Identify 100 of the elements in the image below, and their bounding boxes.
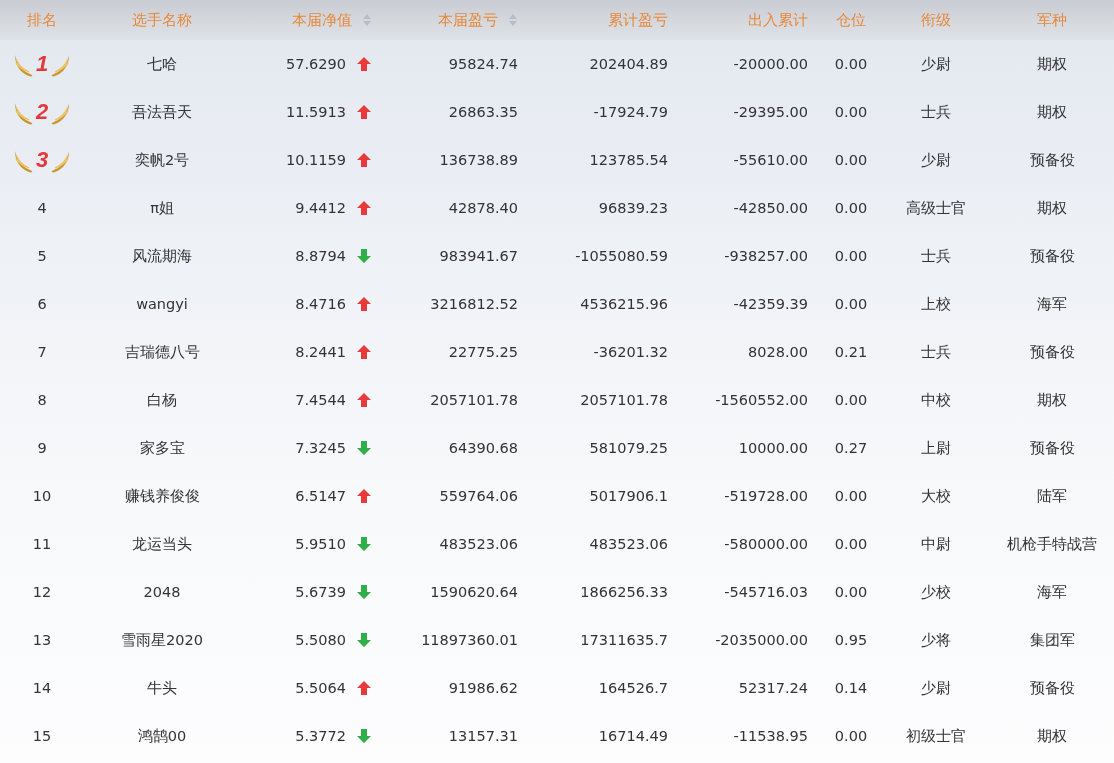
table-cell: 0.00 [834,200,868,216]
player-name: 雪雨星2020 [121,630,203,650]
column-header[interactable]: 本届盈亏 [438,10,498,30]
player-name: 鸿鹄00 [137,726,187,746]
table-cell: 士兵 [921,102,951,122]
player-name: 吾法吾天 [132,102,192,122]
rank-number: 5 [37,248,47,264]
table-cell: -11538.95 [733,728,808,744]
table-cell: -580000.00 [724,536,808,552]
table-cell: 164526.7 [598,680,668,696]
table-cell: 0.00 [834,536,868,552]
table-cell: 0.14 [834,680,868,696]
player-name: 牛头 [147,678,177,698]
table-cell: 预备役 [1029,678,1075,698]
table-cell: 4536215.96 [580,296,668,312]
table-cell: 期权 [1037,726,1067,746]
column-header: 仓位 [836,10,866,30]
table-cell: 5.9510 [295,536,346,552]
table-cell: 2057101.78 [580,392,668,408]
table-cell: 8.2441 [295,344,346,360]
player-name: 吉瑞德八号 [124,342,200,362]
column-header: 累计盈亏 [608,10,668,30]
table-cell: -1560552.00 [715,392,808,408]
table-cell: 91986.62 [448,680,518,696]
player-name: 白杨 [147,390,177,410]
sort-icon[interactable] [362,13,372,27]
table-cell: 集团军 [1029,630,1075,650]
table-cell: 57.6290 [286,56,346,72]
rank-number: 15 [32,728,52,744]
table-cell: 8.8794 [295,248,346,264]
table-cell: -519728.00 [724,488,808,504]
table-cell: 预备役 [1029,150,1075,170]
column-header: 出入累计 [748,10,808,30]
table-cell: 预备役 [1029,246,1075,266]
table-cell: -20000.00 [733,56,808,72]
table-cell: 期权 [1037,54,1067,74]
player-name: wangyi [136,296,188,312]
table-cell: 0.00 [834,296,868,312]
table-cell: 5017906.1 [589,488,668,504]
table-cell: -42850.00 [733,200,808,216]
table-cell: 7.4544 [295,392,346,408]
table-cell: 少尉 [921,150,951,170]
table-cell: 9.4412 [295,200,346,216]
table-cell: 1590620.64 [430,584,518,600]
rank-number: 2 [35,99,49,125]
table-cell: 上尉 [921,438,951,458]
table-cell: 13157.31 [448,728,518,744]
table-cell: 期权 [1037,390,1067,410]
rank-number: 6 [37,296,47,312]
table-cell: 11.5913 [286,104,346,120]
rank-number: 11 [32,536,52,552]
table-cell: 期权 [1037,198,1067,218]
table-cell: 士兵 [921,246,951,266]
table-cell: 16714.49 [598,728,668,744]
table-cell: 士兵 [921,342,951,362]
table-cell: 52317.24 [738,680,808,696]
table-cell: 5.6739 [295,584,346,600]
table-cell: 少尉 [921,678,951,698]
table-cell: 少将 [921,630,951,650]
column-header: 排名 [27,10,57,30]
column-header[interactable]: 本届净值 [292,10,352,30]
table-cell: 136738.89 [439,152,518,168]
rank-number: 1 [35,51,49,77]
table-cell: -938257.00 [724,248,808,264]
sort-icon[interactable] [508,13,518,27]
table-cell: -1055080.59 [575,248,668,264]
table-cell: 高级士官 [906,198,966,218]
table-cell: -42359.39 [733,296,808,312]
table-cell: 少尉 [921,54,951,74]
table-cell: 983941.67 [439,248,518,264]
table-cell: 海军 [1037,294,1067,314]
player-name: 七哈 [147,54,177,74]
table-cell: 1866256.33 [580,584,668,600]
player-name: 家多宝 [139,438,185,458]
rank-number: 7 [37,344,47,360]
rank-number: 12 [32,584,52,600]
table-cell: 8.4716 [295,296,346,312]
player-name: 龙运当头 [132,534,192,554]
table-cell: 581079.25 [589,440,668,456]
rank-number: 10 [32,488,52,504]
table-cell: 期权 [1037,102,1067,122]
table-cell: 96839.23 [598,200,668,216]
table-cell: 大校 [921,486,951,506]
table-cell: 0.00 [834,728,868,744]
table-cell: -17924.79 [593,104,668,120]
table-cell: 8028.00 [748,344,808,360]
table-cell: 64390.68 [448,440,518,456]
table-cell: 95824.74 [448,56,518,72]
table-cell: 0.00 [834,392,868,408]
column-header: 军种 [1037,10,1067,30]
table-cell: 初级士官 [906,726,966,746]
rank-number: 4 [37,200,47,216]
table-cell: 10000.00 [738,440,808,456]
table-cell: 2057101.78 [430,392,518,408]
player-name: π姐 [150,198,174,218]
table-cell: 483523.06 [589,536,668,552]
table-cell: 0.00 [834,56,868,72]
player-name: 赚钱养俊俊 [124,486,200,506]
table-cell: 26863.35 [448,104,518,120]
table-cell: 202404.89 [589,56,668,72]
